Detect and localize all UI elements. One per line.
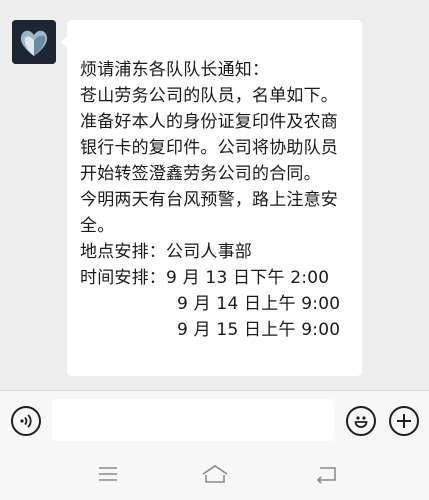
message-bubble[interactable]: 烦请浦东各队队长通知： 苍山劳务公司的队员，名单如下。 准备好本人的身份证复印件…	[61, 20, 362, 376]
message-line: 烦请浦东各队队长通知：	[80, 60, 270, 80]
message-line: 地点安排：公司人事部	[80, 242, 252, 262]
voice-icon	[20, 414, 32, 428]
message-line: 今明两天有台风预警，路上注意安	[80, 190, 338, 210]
message-line: 时间安排：9 月 13 日下午 2:00	[80, 268, 330, 288]
message-line: 9 月 14 日上午 9:00	[177, 294, 341, 314]
menu-icon	[99, 467, 117, 481]
voice-button[interactable]	[11, 406, 41, 436]
menu-button[interactable]	[93, 460, 123, 488]
input-bar	[0, 390, 429, 448]
message-line: 银行卡的复印件。公司将协助队员	[80, 138, 338, 158]
back-icon	[316, 467, 336, 484]
message-line: 全。	[80, 216, 115, 236]
home-icon	[202, 465, 228, 483]
system-nav-bar	[0, 448, 429, 500]
home-button[interactable]	[200, 460, 230, 488]
plus-icon	[397, 414, 411, 428]
message-line: 准备好本人的身份证复印件及农商	[80, 112, 338, 132]
message-input[interactable]	[52, 399, 334, 441]
message-line: 开始转签澄鑫劳务公司的合同。	[80, 164, 321, 184]
emoji-icon	[354, 416, 368, 428]
avatar-heart-icon	[12, 20, 56, 64]
message-line: 苍山劳务公司的队员，名单如下。	[80, 86, 338, 106]
plus-button[interactable]	[389, 406, 419, 436]
emoji-button[interactable]	[346, 406, 376, 436]
back-button[interactable]	[312, 460, 342, 488]
avatar[interactable]	[12, 20, 56, 64]
message-line: 9 月 15 日上午 9:00	[177, 320, 341, 340]
chat-area: 烦请浦东各队队长通知： 苍山劳务公司的队员，名单如下。 准备好本人的身份证复印件…	[0, 0, 429, 390]
